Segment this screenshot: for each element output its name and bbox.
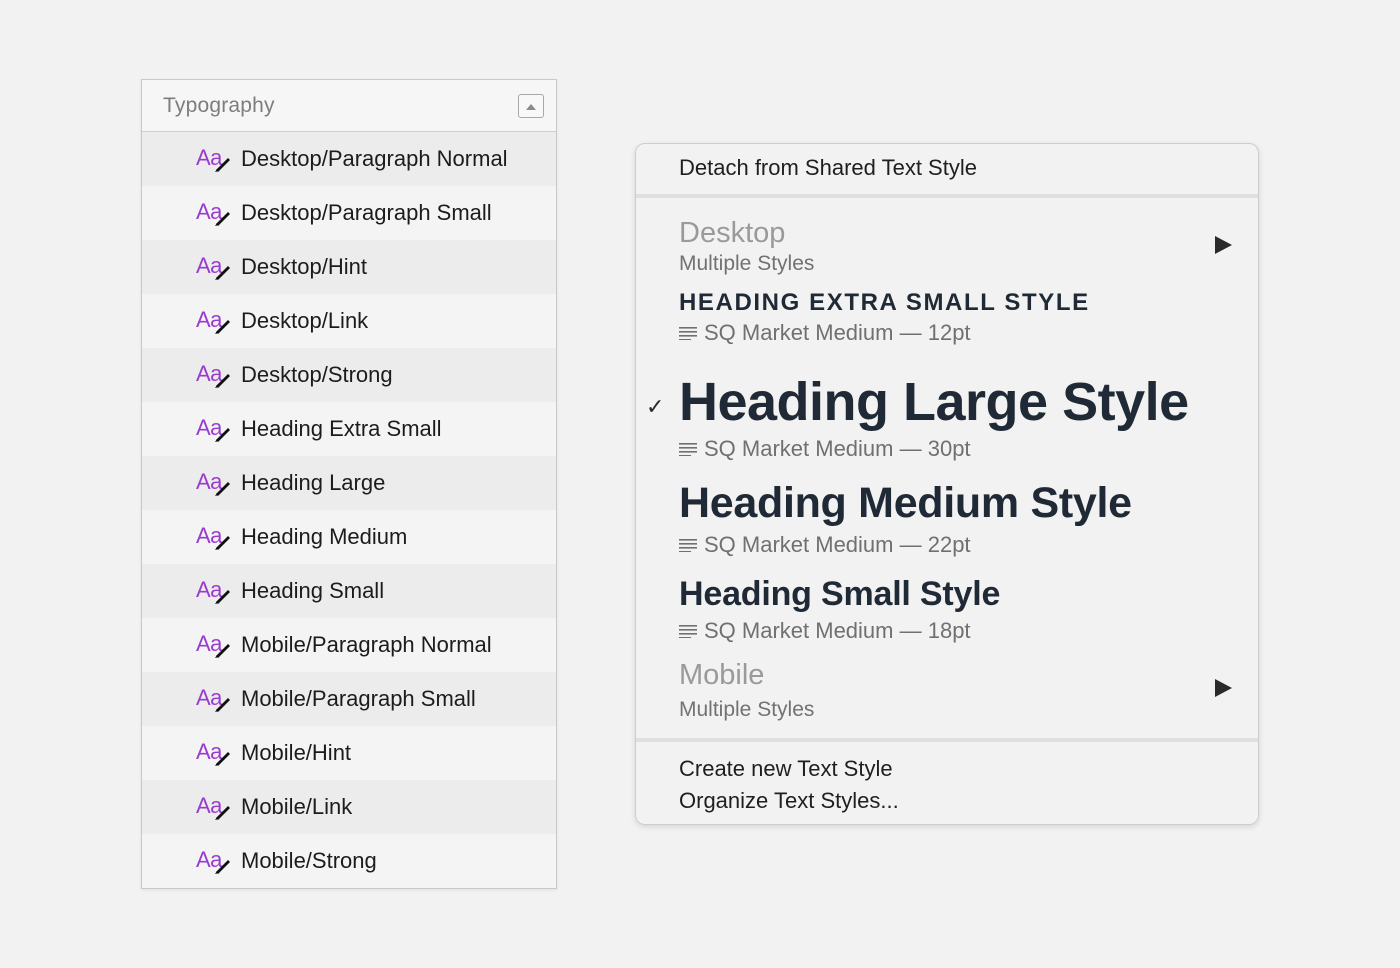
text-style-icon: Aa [195, 197, 237, 229]
text-style-icon: Aa [195, 521, 237, 553]
style-meta: SQ Market Medium — 30pt [679, 436, 971, 462]
paragraph-lines-icon [679, 327, 697, 340]
text-style-icon: Aa [195, 359, 237, 391]
text-style-icon: Aa [195, 305, 237, 337]
typography-header: Typography [142, 80, 556, 132]
text-style-item[interactable]: Aa Desktop/Paragraph Small [142, 186, 556, 240]
paragraph-lines-icon [679, 625, 697, 638]
text-style-item[interactable]: Aa Desktop/Hint [142, 240, 556, 294]
organize-text-styles-item[interactable]: Organize Text Styles... [679, 788, 899, 814]
text-style-item[interactable]: Aa Desktop/Link [142, 294, 556, 348]
collapse-panel-button[interactable] [518, 93, 544, 118]
text-style-icon: Aa [195, 791, 237, 823]
text-style-item[interactable]: Aa Heading Medium [142, 510, 556, 564]
text-style-icon: Aa [195, 467, 237, 499]
text-style-label: Desktop/Hint [241, 254, 367, 279]
text-style-icon: Aa [195, 413, 237, 445]
text-style-label: Mobile/Hint [241, 740, 352, 765]
text-style-item[interactable]: Aa Heading Large [142, 456, 556, 510]
text-style-icon: Aa [195, 683, 237, 715]
text-style-item[interactable]: Aa Mobile/Paragraph Normal [142, 618, 556, 672]
text-style-label: Desktop/Paragraph Small [241, 200, 492, 225]
style-meta: SQ Market Medium — 12pt [679, 320, 971, 346]
paragraph-lines-icon [679, 539, 697, 552]
text-style-item[interactable]: Aa Mobile/Hint [142, 726, 556, 780]
text-style-item[interactable]: Aa Mobile/Strong [142, 834, 556, 888]
text-style-label: Desktop/Paragraph Normal [241, 146, 508, 171]
text-style-label: Heading Extra Small [241, 416, 442, 441]
style-name: Heading Large Style [679, 372, 1189, 432]
text-style-icon: Aa [195, 845, 237, 877]
submenu-arrow-icon [1215, 679, 1232, 697]
collapse-panel-icon [526, 103, 536, 110]
mobile-group-subtitle: Multiple Styles [679, 698, 815, 721]
text-style-item[interactable]: Aa Heading Small [142, 564, 556, 618]
typography-panel: Typography Aa Desktop/Paragraph Normal A… [141, 79, 557, 889]
text-style-item[interactable]: Aa Desktop/Strong [142, 348, 556, 402]
desktop-group-title: Desktop [679, 217, 786, 249]
style-name: Heading Small Style [679, 575, 1001, 613]
desktop-group-subtitle: Multiple Styles [679, 252, 815, 275]
text-style-icon: Aa [195, 575, 237, 607]
text-style-menu: Detach from Shared Text Style Desktop Mu… [635, 143, 1259, 825]
text-style-icon: Aa [195, 629, 237, 661]
create-text-style-item[interactable]: Create new Text Style [679, 756, 893, 782]
text-style-label: Desktop/Strong [241, 362, 393, 387]
checkmark-icon: ✓ [646, 394, 665, 419]
typography-title: Typography [163, 93, 275, 117]
text-style-label: Mobile/Strong [241, 848, 377, 873]
text-style-item[interactable]: Aa Desktop/Paragraph Normal [142, 132, 556, 186]
style-name: HEADING EXTRA SMALL STYLE [679, 289, 1090, 316]
menu-separator [636, 194, 1258, 198]
text-style-label: Heading Small [241, 578, 385, 603]
text-style-list: Aa Desktop/Paragraph Normal Aa Desktop/P… [142, 132, 556, 888]
menu-separator [636, 738, 1258, 742]
text-style-item[interactable]: Aa Heading Extra Small [142, 402, 556, 456]
text-style-label: Mobile/Paragraph Small [241, 686, 476, 711]
text-style-label: Heading Large [241, 470, 386, 495]
text-style-label: Heading Medium [241, 524, 408, 549]
paragraph-lines-icon [679, 443, 697, 456]
text-style-item[interactable]: Aa Mobile/Link [142, 780, 556, 834]
text-style-icon: Aa [195, 737, 237, 769]
detach-menu-item[interactable]: Detach from Shared Text Style [679, 155, 977, 181]
text-style-icon: Aa [195, 143, 237, 175]
text-style-item[interactable]: Aa Mobile/Paragraph Small [142, 672, 556, 726]
submenu-arrow-icon [1215, 236, 1232, 254]
style-meta: SQ Market Medium — 22pt [679, 532, 971, 558]
style-name: Heading Medium Style [679, 479, 1132, 527]
text-style-icon: Aa [195, 251, 237, 283]
text-style-label: Mobile/Paragraph Normal [241, 632, 492, 657]
text-style-label: Desktop/Link [241, 308, 369, 333]
style-meta: SQ Market Medium — 18pt [679, 618, 971, 644]
mobile-group-title: Mobile [679, 659, 765, 691]
text-style-label: Mobile/Link [241, 794, 353, 819]
